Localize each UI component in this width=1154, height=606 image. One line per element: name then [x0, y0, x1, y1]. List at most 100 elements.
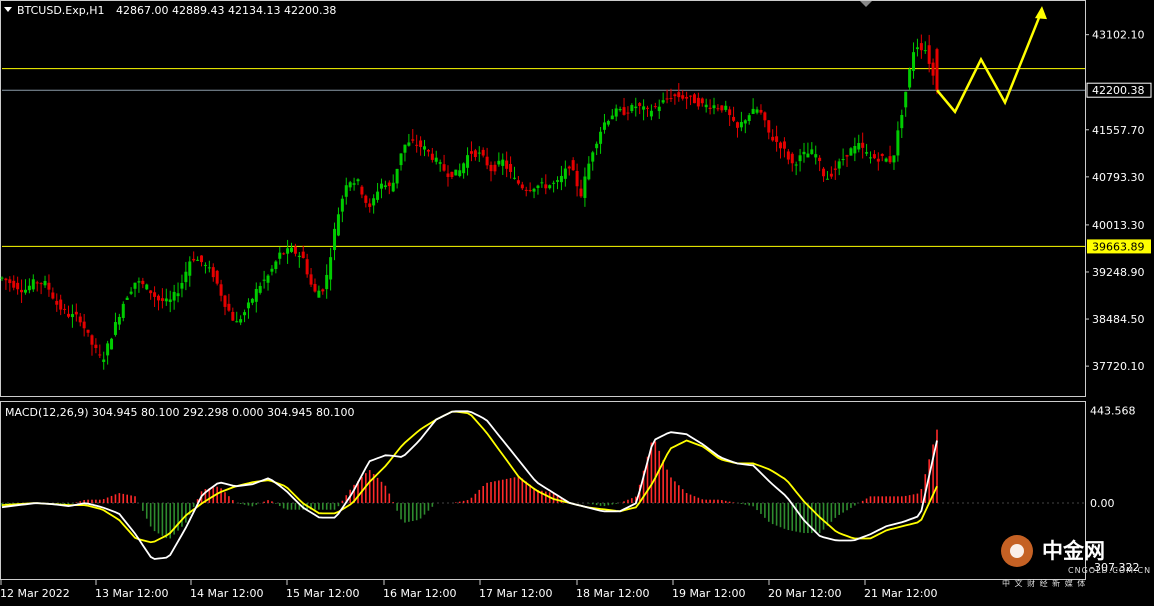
candle-body	[282, 253, 286, 255]
y-tick-label: 37720.10	[1092, 360, 1145, 373]
x-tick-label: 20 Mar 12:00	[768, 587, 841, 600]
candle-body	[630, 105, 634, 112]
candle-body	[649, 110, 653, 117]
candle-body	[567, 166, 571, 169]
candle-body	[814, 154, 818, 158]
projection-arrow-head-icon	[1035, 6, 1047, 20]
x-tick-label: 13 Mar 12:00	[95, 587, 168, 600]
candle-body	[559, 175, 563, 183]
candle-body	[743, 120, 747, 124]
candle-body	[896, 130, 900, 156]
candle-body	[833, 168, 837, 170]
candle-body	[782, 141, 786, 149]
candle-body	[735, 122, 739, 128]
x-tick-label: 17 Mar 12:00	[479, 587, 552, 600]
candle-body	[540, 182, 544, 184]
candle-body	[849, 148, 853, 156]
candle-body	[912, 52, 916, 71]
ohlc-readout: 42867.00 42889.43 42134.13 42200.38	[116, 4, 336, 17]
candle-body	[829, 173, 833, 177]
candle-body	[462, 163, 466, 174]
candle-body	[642, 106, 646, 110]
dropdown-triangle-icon[interactable]	[4, 7, 12, 12]
x-tick-label: 16 Mar 12:00	[383, 587, 456, 600]
candle-body	[8, 279, 12, 284]
candle-body	[473, 150, 477, 158]
candle-body	[203, 264, 207, 266]
candle-body	[450, 171, 454, 178]
candle-body	[520, 184, 524, 189]
candle-body	[262, 279, 266, 281]
candle-body	[407, 142, 411, 146]
candle-body	[591, 152, 595, 162]
candle-body	[317, 290, 321, 298]
candle-body	[704, 104, 708, 108]
candle-body	[379, 183, 383, 189]
candle-body	[333, 228, 337, 251]
candle-body	[900, 115, 904, 129]
candle-body	[532, 188, 536, 192]
candle-body	[563, 168, 567, 179]
candle-body	[301, 251, 305, 258]
candle-body	[270, 268, 274, 272]
candle-body	[880, 153, 884, 156]
candle-body	[724, 105, 728, 110]
candle-body	[356, 179, 360, 182]
candle-body	[82, 321, 86, 329]
candle-body	[274, 261, 278, 270]
x-tick-label: 18 Mar 12:00	[576, 587, 649, 600]
candle-body	[129, 291, 133, 294]
candle-body	[771, 136, 775, 141]
candle-body	[747, 115, 751, 121]
candle-body	[145, 284, 149, 290]
candle-body	[27, 285, 31, 291]
candle-body	[524, 189, 528, 191]
candle-body	[180, 282, 184, 289]
candle-body	[497, 160, 501, 165]
candle-body	[509, 164, 513, 172]
candle-body	[117, 316, 121, 325]
candle-body	[634, 106, 638, 109]
candle-body	[700, 98, 704, 104]
candle-body	[423, 146, 427, 150]
candle-body	[825, 178, 829, 180]
candle-body	[865, 152, 869, 154]
candle-body	[55, 300, 59, 305]
x-tick-label: 14 Mar 12:00	[190, 587, 263, 600]
candle-body	[196, 259, 200, 261]
candle-body	[489, 164, 493, 172]
candle-body	[293, 246, 297, 254]
candle-body	[411, 139, 415, 141]
candle-body	[810, 149, 814, 155]
candle-body	[153, 292, 157, 297]
candle-body	[352, 183, 356, 185]
candle-body	[243, 312, 247, 316]
candle-body	[239, 319, 243, 323]
candle-body	[806, 153, 810, 158]
macd-panel-frame	[0, 401, 1086, 580]
candle-body	[857, 143, 861, 150]
candle-body	[712, 105, 716, 109]
candle-body	[376, 191, 380, 200]
candle-body	[556, 180, 560, 182]
candle-body	[219, 284, 223, 296]
candle-body	[677, 92, 681, 98]
y-tick-label: 40793.30	[1092, 171, 1145, 184]
candle-body	[841, 159, 845, 161]
candle-body	[861, 142, 865, 148]
candle-body	[708, 107, 712, 109]
candle-body	[837, 161, 841, 169]
candle-body	[207, 267, 211, 269]
candle-body	[786, 151, 790, 160]
candle-body	[587, 163, 591, 180]
candle-body	[685, 96, 689, 99]
candle-body	[372, 198, 376, 206]
candle-body	[125, 297, 129, 300]
candle-body	[775, 136, 779, 142]
x-tick-label: 12 Mar 2022	[0, 587, 70, 600]
scroll-marker-icon	[860, 1, 872, 7]
candle-body	[387, 182, 391, 187]
candle-body	[329, 257, 333, 280]
candle-body	[51, 292, 55, 299]
candle-body	[915, 47, 919, 50]
